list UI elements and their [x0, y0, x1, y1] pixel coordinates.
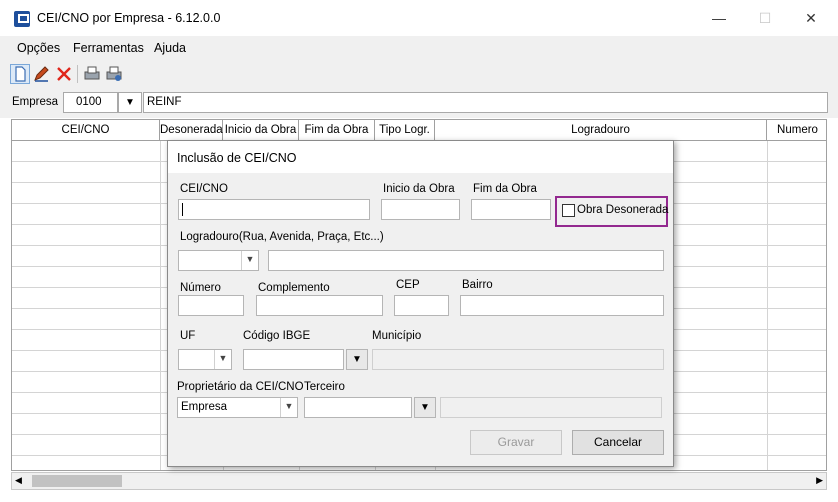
inicio-input[interactable]: [381, 199, 460, 220]
inclusao-dialog: Inclusão de CEI/CNO CEI/CNO Inicio da Ob…: [167, 140, 674, 467]
col-header-cei[interactable]: CEI/CNO: [12, 120, 160, 141]
tipo-logradouro-select[interactable]: ▼: [178, 250, 259, 271]
inicio-label: Inicio da Obra: [383, 183, 455, 195]
delete-x-icon[interactable]: [54, 64, 74, 84]
municipio-input: [372, 349, 664, 370]
cei-label: CEI/CNO: [180, 183, 228, 195]
empresa-row: Empresa 0100 ▼ REINF: [0, 88, 838, 118]
cancelar-button[interactable]: Cancelar: [572, 430, 664, 455]
close-button[interactable]: ✕: [794, 6, 828, 30]
logradouro-input[interactable]: [268, 250, 664, 271]
horizontal-scrollbar[interactable]: ◀ ▶: [11, 472, 827, 490]
fim-input[interactable]: [471, 199, 551, 220]
menu-ajuda[interactable]: Ajuda: [154, 41, 186, 55]
municipio-label: Município: [372, 330, 422, 342]
uf-select[interactable]: ▼: [178, 349, 232, 370]
fim-label: Fim da Obra: [473, 183, 537, 195]
gravar-button[interactable]: Gravar: [470, 430, 562, 455]
terceiro-name-input: [440, 397, 662, 418]
desonerada-checkbox[interactable]: [562, 204, 575, 217]
terceiro-input[interactable]: [304, 397, 412, 418]
scroll-left-icon[interactable]: ◀: [15, 475, 22, 486]
numero-label: Número: [180, 282, 221, 294]
bairro-label: Bairro: [462, 279, 493, 291]
ibge-dropdown-button[interactable]: ▼: [346, 349, 368, 370]
print-icon[interactable]: [82, 64, 102, 84]
chevron-down-icon[interactable]: ▼: [214, 350, 231, 369]
menu-bar: Opções Ferramentas Ajuda: [0, 36, 838, 60]
col-header-fim[interactable]: Fim da Obra: [299, 120, 375, 141]
proprietario-value: Empresa: [181, 401, 228, 413]
col-header-inicio[interactable]: Inicio da Obra: [223, 120, 299, 141]
ibge-input[interactable]: [243, 349, 344, 370]
cep-label: CEP: [396, 279, 420, 291]
proprietario-select[interactable]: Empresa ▼: [177, 397, 298, 418]
desonerada-label[interactable]: Obra Desonerada: [577, 204, 668, 216]
grid-header: CEI/CNO Desonerada Inicio da Obra Fim da…: [12, 120, 826, 141]
ibge-label: Código IBGE: [243, 330, 311, 342]
maximize-button[interactable]: ☐: [748, 6, 782, 30]
minimize-button[interactable]: —: [702, 6, 736, 30]
proprietario-label: Proprietário da CEI/CNO: [177, 381, 304, 393]
toolbar: [0, 60, 838, 88]
col-header-desonerada[interactable]: Desonerada: [160, 120, 223, 141]
print-setup-icon[interactable]: [104, 64, 124, 84]
chevron-down-icon[interactable]: ▼: [280, 398, 297, 417]
menu-ferramentas[interactable]: Ferramentas: [73, 41, 144, 55]
new-document-icon[interactable]: [10, 64, 30, 84]
logradouro-label: Logradouro(Rua, Avenida, Praça, Etc...): [180, 231, 384, 243]
uf-label: UF: [180, 330, 196, 342]
col-header-logradouro[interactable]: Logradouro: [435, 120, 767, 141]
edit-pencil-icon[interactable]: [32, 64, 52, 84]
terceiro-dropdown-button[interactable]: ▼: [414, 397, 436, 418]
complemento-input[interactable]: [256, 295, 383, 316]
window-titlebar: CEI/CNO por Empresa - 6.12.0.0 — ☐ ✕: [0, 0, 838, 36]
empresa-label: Empresa: [12, 96, 59, 108]
app-icon: [14, 11, 30, 27]
empresa-dropdown-button[interactable]: ▼: [118, 92, 142, 113]
empresa-code-field[interactable]: 0100: [63, 92, 118, 113]
chevron-down-icon[interactable]: ▼: [241, 251, 258, 270]
complemento-label: Complemento: [258, 282, 330, 294]
scroll-right-icon[interactable]: ▶: [816, 475, 823, 486]
dialog-title: Inclusão de CEI/CNO: [177, 151, 297, 165]
terceiro-label: Terceiro: [304, 381, 345, 393]
menu-opcoes[interactable]: Opções: [17, 41, 60, 55]
bairro-input[interactable]: [460, 295, 664, 316]
col-header-numero[interactable]: Numero: [767, 120, 826, 141]
numero-input[interactable]: [178, 295, 244, 316]
empresa-name-field: REINF: [143, 92, 828, 113]
toolbar-separator: [77, 65, 78, 83]
cep-input[interactable]: [394, 295, 449, 316]
window-title: CEI/CNO por Empresa - 6.12.0.0: [37, 11, 221, 25]
scroll-thumb[interactable]: [32, 475, 122, 487]
dialog-titlebar: Inclusão de CEI/CNO: [168, 141, 673, 173]
col-header-tipo-logr[interactable]: Tipo Logr.: [375, 120, 435, 141]
cei-input[interactable]: [178, 199, 370, 220]
text-cursor: [182, 203, 183, 216]
